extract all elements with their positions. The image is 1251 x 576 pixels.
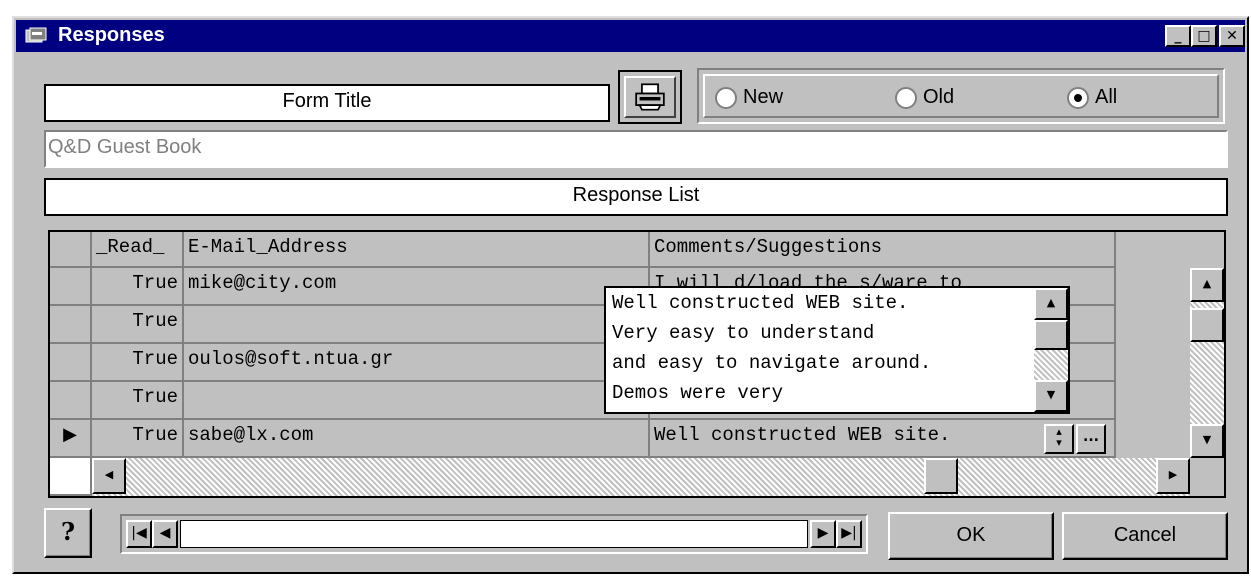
form-title-field[interactable]: Q&D Guest Book xyxy=(44,130,1228,168)
table-cell-read[interactable]: True xyxy=(92,420,184,458)
radio-all[interactable]: All xyxy=(1067,86,1117,109)
radio-new-circle[interactable] xyxy=(715,86,737,109)
grid-horizontal-scrollbar[interactable] xyxy=(92,458,1190,496)
popup-scroll-up-button[interactable]: ▲ xyxy=(1034,288,1068,320)
record-position-field[interactable] xyxy=(180,520,808,548)
current-row-indicator[interactable]: ▶ xyxy=(50,420,92,458)
table-cell-email[interactable]: mike@city.com xyxy=(184,268,650,306)
grid-corner xyxy=(50,232,92,268)
comment-popup-editor[interactable]: Well constructed WEB site. Very easy to … xyxy=(604,286,1070,414)
radio-old[interactable]: Old xyxy=(895,86,954,109)
close-button[interactable]: ✕ xyxy=(1219,25,1245,47)
row-selector[interactable] xyxy=(50,344,92,382)
table-cell-email[interactable] xyxy=(184,382,650,420)
scroll-left-button[interactable]: ◀ xyxy=(92,458,126,494)
scroll-down-button[interactable]: ▼ xyxy=(1190,424,1224,458)
radio-old-circle[interactable] xyxy=(895,86,917,109)
question-icon: ? xyxy=(60,517,76,546)
maximize-button[interactable]: □ xyxy=(1191,25,1217,47)
column-header-comments[interactable]: Comments/Suggestions xyxy=(650,232,1116,268)
next-record-button[interactable]: ▶ xyxy=(810,520,836,548)
table-cell-email[interactable]: sabe@lx.com xyxy=(184,420,650,458)
popup-line: Demos were very xyxy=(612,382,784,404)
app-icon xyxy=(25,27,47,43)
radio-all-circle[interactable] xyxy=(1067,86,1089,109)
column-header-read[interactable]: _Read_ xyxy=(92,232,184,268)
radio-selected-dot xyxy=(1074,93,1082,102)
column-header-email[interactable]: E-Mail_Address xyxy=(184,232,650,268)
form-title-label: Form Title xyxy=(44,84,610,122)
ok-button[interactable]: OK xyxy=(888,512,1054,560)
comment-spinner[interactable]: ▴ ▾ xyxy=(1044,424,1074,454)
row-selector[interactable] xyxy=(50,306,92,344)
hscroll-thumb[interactable] xyxy=(924,458,958,494)
minimize-button[interactable]: _ xyxy=(1165,25,1191,47)
print-button[interactable] xyxy=(618,70,682,124)
row-selector[interactable] xyxy=(50,268,92,306)
table-cell-read[interactable]: True xyxy=(92,382,184,420)
response-list-label: Response List xyxy=(44,178,1228,216)
record-navigator: |◀ ◀ ▶ ▶| xyxy=(120,514,868,554)
row-selector[interactable] xyxy=(50,382,92,420)
table-cell-email[interactable]: oulos@soft.ntua.gr xyxy=(184,344,650,382)
table-cell-email[interactable] xyxy=(184,306,650,344)
table-cell-read[interactable]: True xyxy=(92,268,184,306)
scroll-right-button[interactable]: ▶ xyxy=(1156,458,1190,494)
table-cell-read[interactable]: True xyxy=(92,306,184,344)
filter-radio-group: New Old All xyxy=(697,68,1225,124)
popup-scroll-thumb[interactable] xyxy=(1034,320,1068,350)
scroll-up-button[interactable]: ▲ xyxy=(1190,268,1224,302)
radio-new[interactable]: New xyxy=(715,86,783,109)
popup-scroll-down-button[interactable]: ▼ xyxy=(1034,380,1068,412)
printer-icon xyxy=(635,83,665,111)
scroll-thumb[interactable] xyxy=(1190,308,1224,342)
prev-record-button[interactable]: ◀ xyxy=(152,520,178,548)
cancel-button[interactable]: Cancel xyxy=(1062,512,1228,560)
comment-expand-button[interactable]: ... xyxy=(1076,424,1106,454)
title-bar[interactable]: Responses _ □ ✕ xyxy=(16,20,1245,52)
window-title: Responses xyxy=(58,24,165,46)
table-cell-read[interactable]: True xyxy=(92,344,184,382)
responses-window: Responses _ □ ✕ Form Title New Old All Q… xyxy=(12,16,1249,574)
last-record-button[interactable]: ▶| xyxy=(836,520,862,548)
popup-line: Well constructed WEB site. xyxy=(612,292,909,314)
first-record-button[interactable]: |◀ xyxy=(126,520,152,548)
new-row-selector[interactable] xyxy=(50,458,92,496)
popup-line: and easy to navigate around. xyxy=(612,352,932,374)
help-button[interactable]: ? xyxy=(44,508,92,558)
popup-line: Very easy to understand xyxy=(612,322,875,344)
